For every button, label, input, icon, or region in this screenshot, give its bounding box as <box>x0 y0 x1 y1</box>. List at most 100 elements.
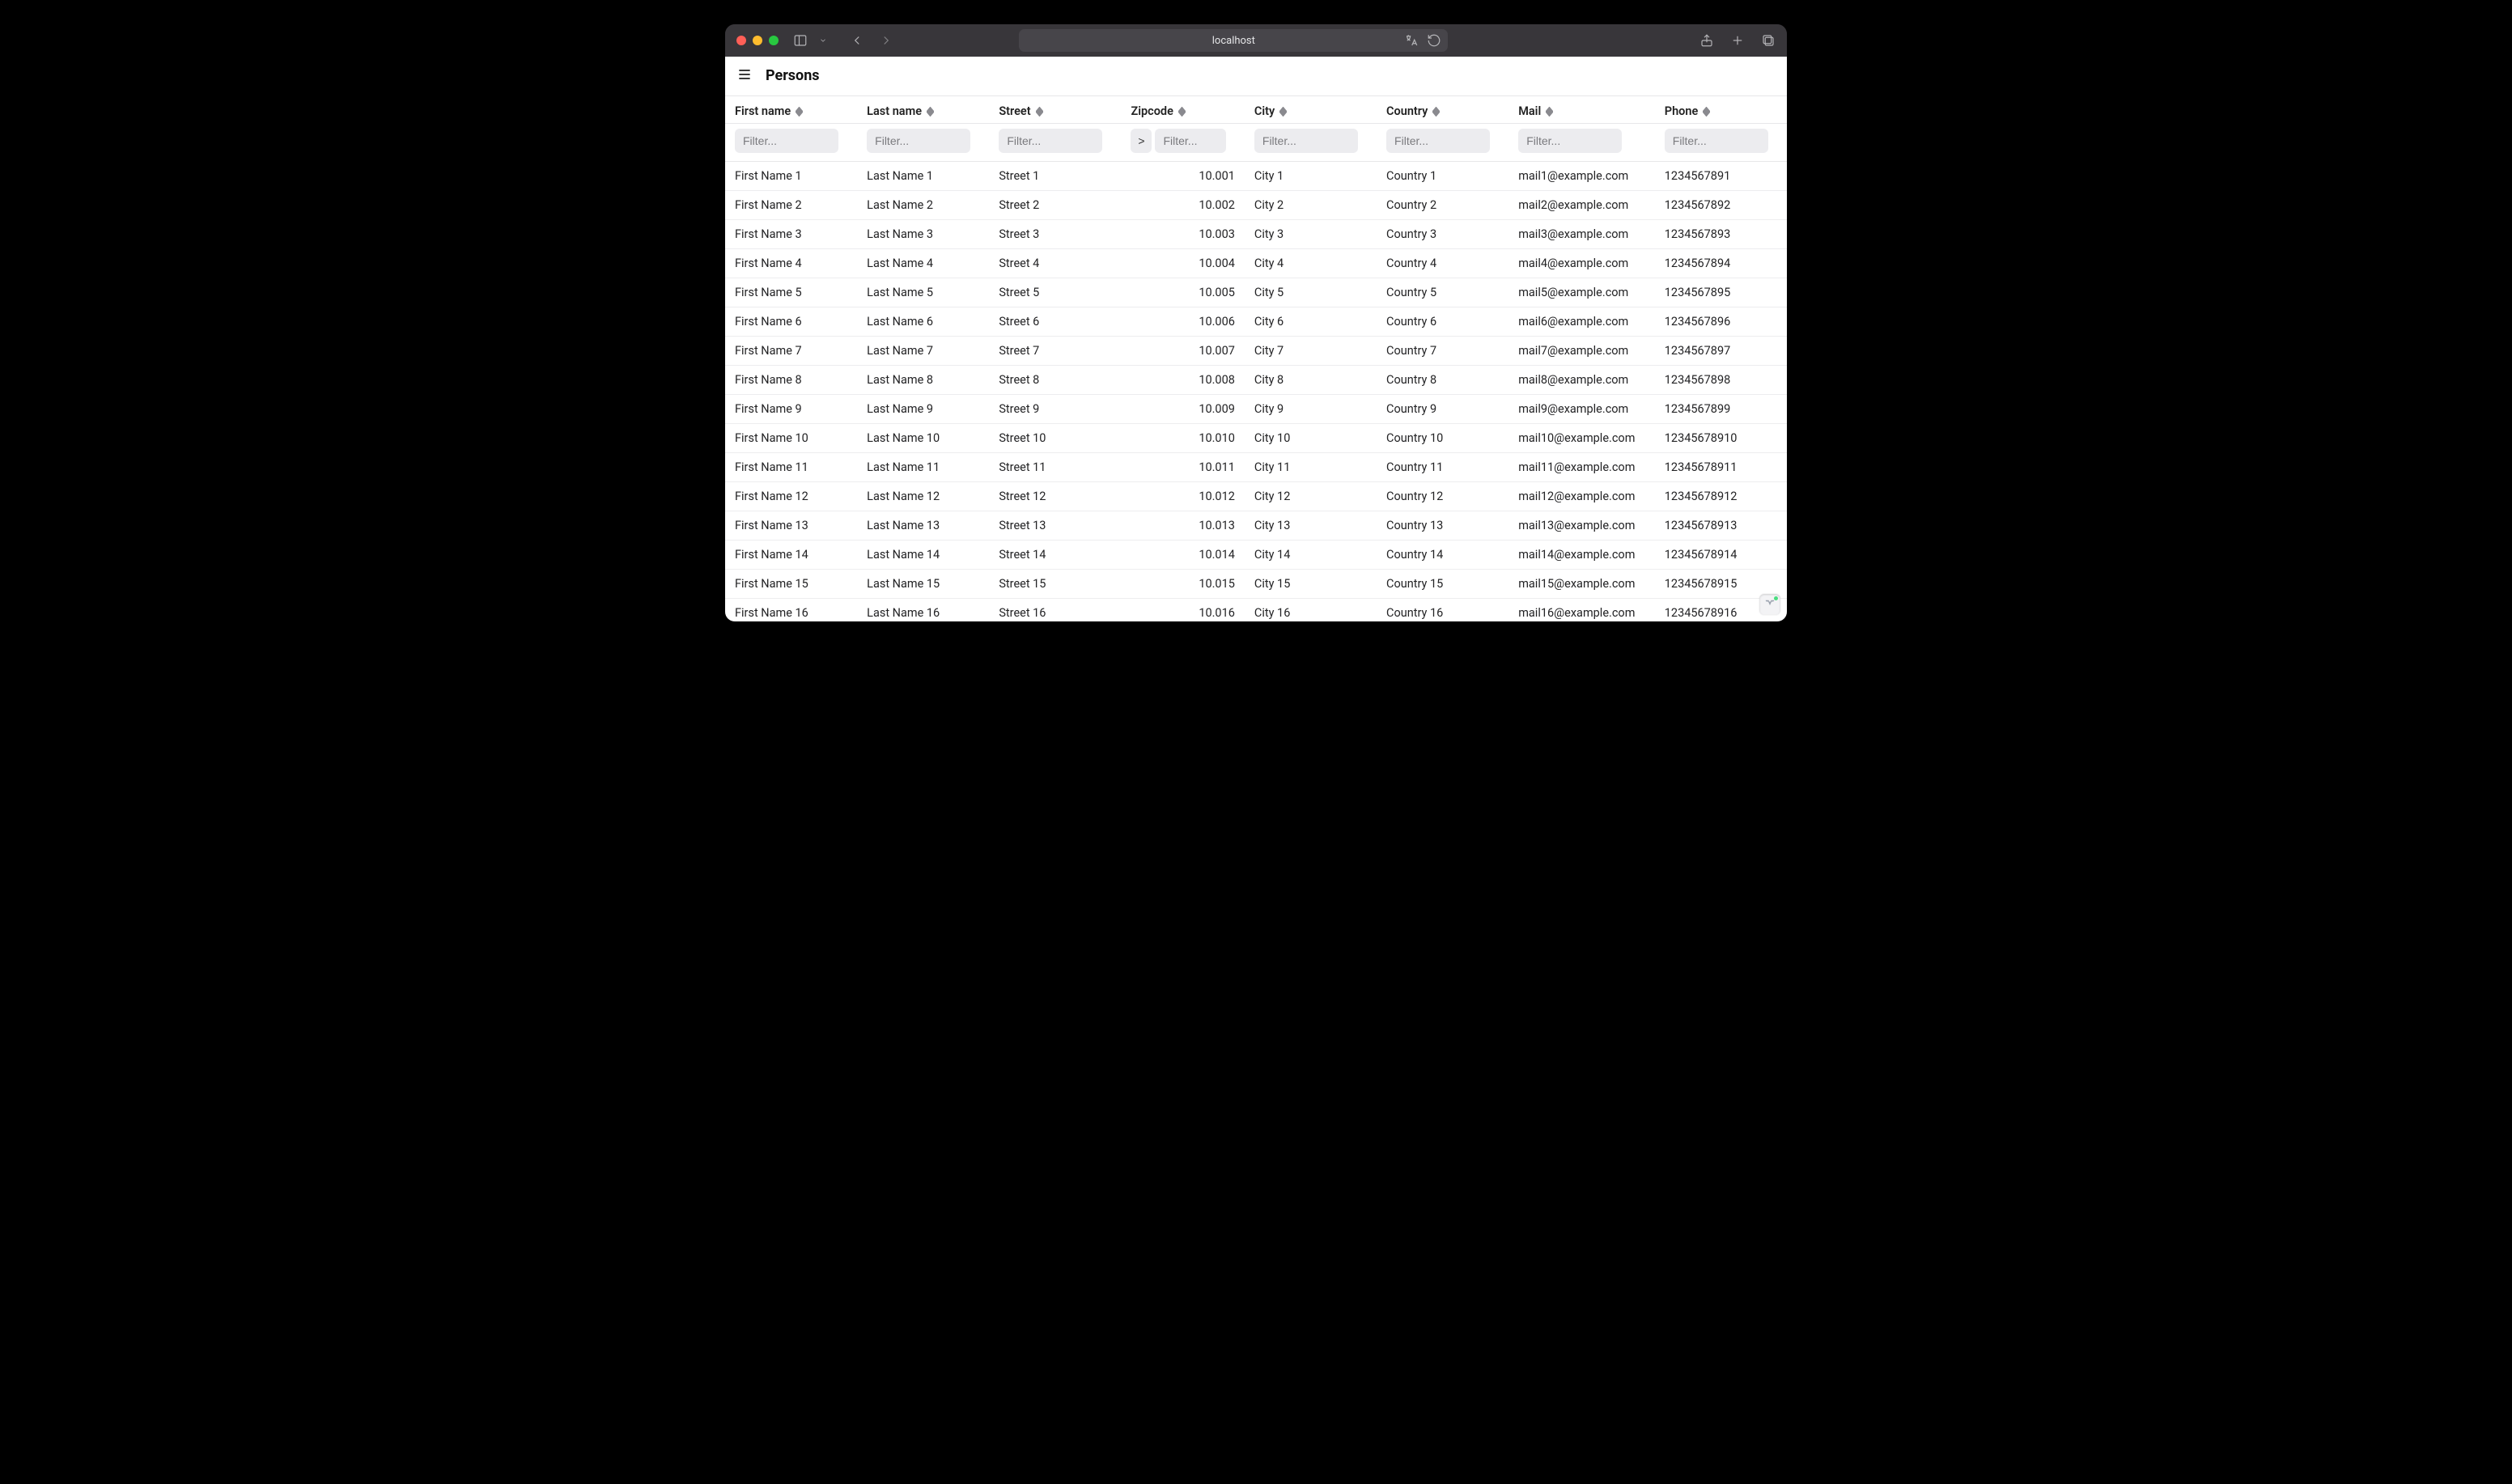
cell-mail: mail2@example.com <box>1508 191 1655 220</box>
cell-first_name: First Name 13 <box>725 511 857 541</box>
sort-icon[interactable] <box>1279 107 1287 117</box>
cell-street: Street 13 <box>989 511 1121 541</box>
cell-street: Street 2 <box>989 191 1121 220</box>
cell-last_name: Last Name 3 <box>857 220 989 249</box>
column-header-country[interactable]: Country <box>1377 96 1508 124</box>
filter-input-city[interactable] <box>1254 129 1358 153</box>
table-row[interactable]: First Name 13Last Name 13Street 1310.013… <box>725 511 1787 541</box>
filter-input-first_name[interactable] <box>735 129 838 153</box>
cell-zipcode: 10.004 <box>1121 249 1244 278</box>
titlebar: localhost <box>725 24 1787 57</box>
table-row[interactable]: First Name 7Last Name 7Street 710.007Cit… <box>725 337 1787 366</box>
share-icon[interactable] <box>1699 33 1714 48</box>
forward-button[interactable] <box>879 33 893 48</box>
cell-street: Street 4 <box>989 249 1121 278</box>
table-row[interactable]: First Name 12Last Name 12Street 1210.012… <box>725 482 1787 511</box>
sort-icon[interactable] <box>796 107 803 117</box>
cell-zipcode: 10.007 <box>1121 337 1244 366</box>
table-row[interactable]: First Name 10Last Name 10Street 1010.010… <box>725 424 1787 453</box>
cell-first_name: First Name 3 <box>725 220 857 249</box>
cell-city: City 8 <box>1245 366 1377 395</box>
cell-last_name: Last Name 13 <box>857 511 989 541</box>
sort-icon[interactable] <box>1036 107 1043 117</box>
cell-city: City 16 <box>1245 599 1377 622</box>
column-header-zipcode[interactable]: Zipcode <box>1121 96 1244 124</box>
cell-first_name: First Name 12 <box>725 482 857 511</box>
tabs-overview-icon[interactable] <box>1761 33 1776 48</box>
column-header-label: City <box>1254 104 1275 118</box>
new-tab-icon[interactable] <box>1730 33 1745 48</box>
filter-input-zipcode[interactable] <box>1155 129 1226 153</box>
sort-icon[interactable] <box>1546 107 1553 117</box>
column-header-phone[interactable]: Phone <box>1655 96 1787 124</box>
cell-city: City 15 <box>1245 570 1377 599</box>
cell-phone: 12345678910 <box>1655 424 1787 453</box>
cell-last_name: Last Name 8 <box>857 366 989 395</box>
sort-icon[interactable] <box>927 107 934 117</box>
column-header-city[interactable]: City <box>1245 96 1377 124</box>
menu-icon[interactable] <box>736 66 753 86</box>
cell-country: Country 15 <box>1377 570 1508 599</box>
cell-country: Country 2 <box>1377 191 1508 220</box>
sort-icon[interactable] <box>1178 107 1186 117</box>
sort-icon[interactable] <box>1703 107 1710 117</box>
cell-street: Street 11 <box>989 453 1121 482</box>
fullscreen-window-button[interactable] <box>769 36 779 45</box>
filter-input-street[interactable] <box>999 129 1102 153</box>
table-row[interactable]: First Name 16Last Name 16Street 1610.016… <box>725 599 1787 622</box>
cell-last_name: Last Name 6 <box>857 307 989 337</box>
browser-window: localhost <box>725 24 1787 621</box>
cell-first_name: First Name 2 <box>725 191 857 220</box>
cell-country: Country 6 <box>1377 307 1508 337</box>
reload-icon[interactable] <box>1427 33 1441 48</box>
cell-first_name: First Name 5 <box>725 278 857 307</box>
cell-last_name: Last Name 15 <box>857 570 989 599</box>
filter-input-phone[interactable] <box>1665 129 1768 153</box>
cell-phone: 1234567894 <box>1655 249 1787 278</box>
cell-phone: 1234567891 <box>1655 162 1787 191</box>
filter-input-country[interactable] <box>1386 129 1490 153</box>
data-grid[interactable]: First nameLast nameStreet Zipcode City Coun… <box>725 95 1787 621</box>
vaadin-devtools-badge[interactable] <box>1759 594 1780 615</box>
close-window-button[interactable] <box>736 36 746 45</box>
table-row[interactable]: First Name 14Last Name 14Street 1410.014… <box>725 541 1787 570</box>
column-header-label: Zipcode <box>1131 104 1173 118</box>
table-row[interactable]: First Name 9Last Name 9Street 910.009Cit… <box>725 395 1787 424</box>
cell-mail: mail10@example.com <box>1508 424 1655 453</box>
back-button[interactable] <box>850 33 864 48</box>
table-row[interactable]: First Name 8Last Name 8Street 810.008Cit… <box>725 366 1787 395</box>
table-row[interactable]: First Name 2Last Name 2Street 210.002Cit… <box>725 191 1787 220</box>
cell-country: Country 12 <box>1377 482 1508 511</box>
table-row[interactable]: First Name 1Last Name 1Street 110.001Cit… <box>725 162 1787 191</box>
url-bar[interactable]: localhost <box>1019 29 1448 52</box>
cell-city: City 11 <box>1245 453 1377 482</box>
sidebar-icon[interactable] <box>793 33 808 48</box>
cell-first_name: First Name 14 <box>725 541 857 570</box>
table-row[interactable]: First Name 6Last Name 6Street 610.006Cit… <box>725 307 1787 337</box>
table-row[interactable]: First Name 4Last Name 4Street 410.004Cit… <box>725 249 1787 278</box>
column-header-mail[interactable]: Mail <box>1508 96 1655 124</box>
cell-zipcode: 10.012 <box>1121 482 1244 511</box>
column-header-street[interactable]: Street <box>989 96 1121 124</box>
filter-input-last_name[interactable] <box>867 129 970 153</box>
table-row[interactable]: First Name 15Last Name 15Street 1510.015… <box>725 570 1787 599</box>
url-label: localhost <box>1212 35 1255 47</box>
table-row[interactable]: First Name 3Last Name 3Street 310.003Cit… <box>725 220 1787 249</box>
sort-icon[interactable] <box>1432 107 1440 117</box>
header-row: First nameLast nameStreet Zipcode City Coun… <box>725 96 1787 124</box>
cell-city: City 14 <box>1245 541 1377 570</box>
cell-mail: mail12@example.com <box>1508 482 1655 511</box>
filter-input-mail[interactable] <box>1518 129 1622 153</box>
cell-phone: 12345678913 <box>1655 511 1787 541</box>
chevron-down-icon[interactable] <box>816 33 830 48</box>
table-row[interactable]: First Name 11Last Name 11Street 1110.011… <box>725 453 1787 482</box>
translate-icon[interactable] <box>1404 33 1419 48</box>
table-row[interactable]: First Name 5Last Name 5Street 510.005Cit… <box>725 278 1787 307</box>
cell-last_name: Last Name 2 <box>857 191 989 220</box>
filter-operator-zipcode[interactable]: > <box>1131 129 1152 153</box>
column-header-first_name[interactable]: First name <box>725 96 857 124</box>
cell-country: Country 3 <box>1377 220 1508 249</box>
minimize-window-button[interactable] <box>753 36 762 45</box>
cell-city: City 10 <box>1245 424 1377 453</box>
column-header-last_name[interactable]: Last name <box>857 96 989 124</box>
